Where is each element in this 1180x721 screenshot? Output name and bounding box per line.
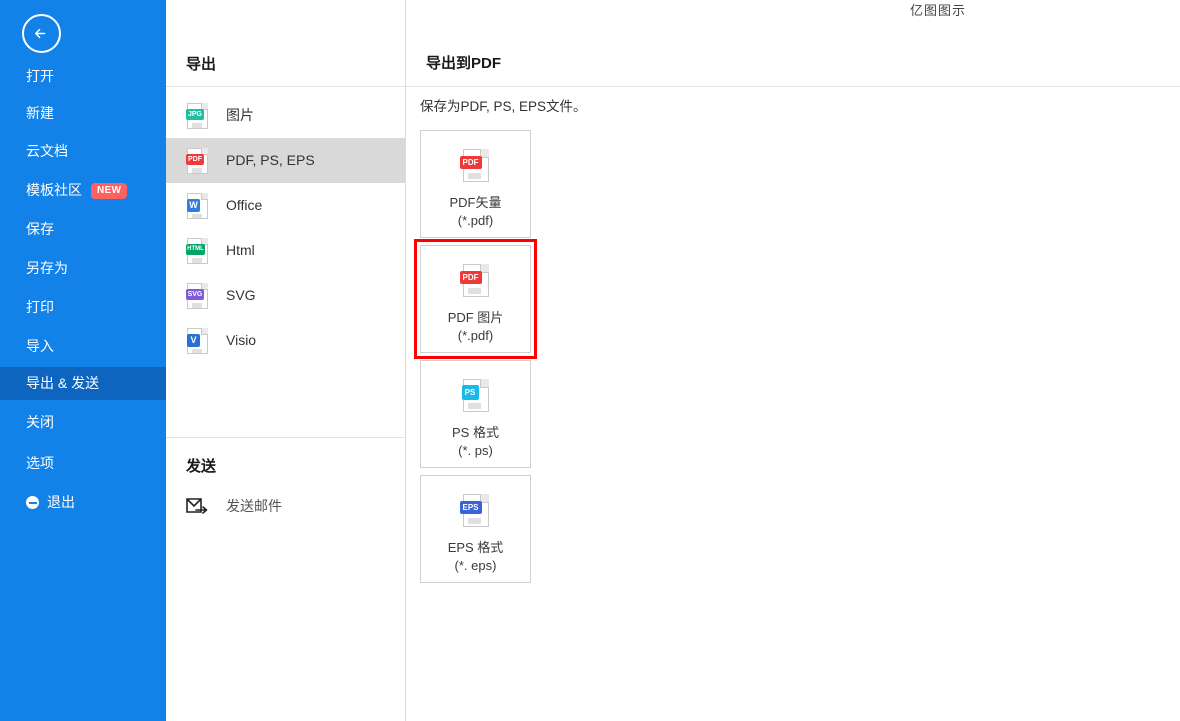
page-title: 导出到PDF	[426, 55, 502, 72]
sidebar-item-label: 选项	[26, 455, 54, 471]
pdf-file-icon: PDF	[459, 264, 493, 298]
ps-file-icon: PS	[459, 379, 493, 413]
word-file-icon: W	[186, 193, 212, 219]
pdf-file-icon: PDF	[186, 148, 212, 174]
export-card-line1: EPS 格式	[447, 540, 504, 555]
format-row-label: SVG	[226, 287, 256, 303]
sidebar-item-close[interactable]: 关闭	[0, 406, 166, 439]
sidebar-item-import[interactable]: 导入	[0, 330, 166, 363]
sidebar-item-save-as[interactable]: 另存为	[0, 252, 166, 285]
format-row-label: 图片	[226, 107, 254, 123]
sidebar-item-exit[interactable]: 退出	[0, 486, 166, 519]
sidebar-item-label: 云文档	[26, 143, 68, 159]
export-card-line2: (*. eps)	[454, 558, 497, 573]
sidebar-item-open[interactable]: 打开	[0, 60, 166, 93]
export-card-pdf-vector[interactable]: PDF PDF矢量 (*.pdf)	[420, 130, 531, 238]
export-card-line2: (*.pdf)	[457, 213, 494, 228]
panel-divider-top	[166, 86, 405, 87]
format-row-label: Office	[226, 197, 263, 213]
export-card-line1: PS 格式	[452, 425, 499, 440]
svg-file-icon: SVG	[186, 283, 212, 309]
sidebar-item-label: 新建	[26, 105, 54, 121]
format-row-visio[interactable]: V Visio	[166, 318, 405, 363]
sidebar-item-template-community[interactable]: 模板社区 NEW	[0, 174, 166, 207]
sidebar-item-label: 导入	[26, 338, 54, 354]
send-mail-row[interactable]: 发送邮件	[166, 487, 405, 525]
export-card-line1: PDF矢量	[449, 195, 502, 210]
export-card-line2: (*.pdf)	[457, 328, 494, 343]
sidebar-item-export-and-send[interactable]: 导出 & 发送	[0, 367, 166, 400]
jpg-file-icon: JPG	[186, 103, 212, 129]
format-row-office[interactable]: W Office	[166, 183, 405, 228]
sidebar-item-new[interactable]: 新建	[0, 97, 166, 130]
main-divider	[406, 86, 1180, 87]
export-card-ps-format[interactable]: PS PS 格式 (*. ps)	[420, 360, 531, 468]
format-row-images[interactable]: JPG 图片	[166, 93, 405, 138]
app-watermark: 亿图图示	[910, 3, 967, 18]
export-card-eps-format[interactable]: EPS EPS 格式 (*. eps)	[420, 475, 531, 583]
pdf-file-icon: PDF	[459, 149, 493, 183]
sidebar-item-save[interactable]: 保存	[0, 213, 166, 246]
back-button[interactable]	[22, 14, 61, 53]
sidebar-item-label: 打开	[26, 68, 54, 84]
export-card-pdf-image[interactable]: PDF PDF 图片 (*.pdf)	[420, 245, 531, 353]
panel-divider-bottom	[166, 437, 405, 438]
sidebar-item-label: 保存	[26, 221, 54, 237]
export-card-line2: (*. ps)	[458, 443, 493, 458]
sidebar-item-label: 关闭	[26, 414, 54, 430]
format-row-svg[interactable]: SVG SVG	[166, 273, 405, 318]
send-heading: 发送	[186, 458, 217, 475]
sidebar-item-print[interactable]: 打印	[0, 291, 166, 324]
back-arrow-icon	[34, 28, 46, 39]
send-mail-label: 发送邮件	[226, 498, 282, 514]
sidebar-item-options[interactable]: 选项	[0, 447, 166, 480]
sidebar-item-label: 导出 & 发送	[26, 375, 100, 391]
page-subtitle: 保存为PDF, PS, EPS文件。	[420, 99, 587, 114]
format-row-label: Visio	[226, 332, 257, 348]
main-content: 导出到PDF 保存为PDF, PS, EPS文件。 PDF PDF矢量 (*.p…	[406, 0, 1180, 721]
sidebar-item-cloud-documents[interactable]: 云文档	[0, 135, 166, 168]
minus-circle-icon	[26, 496, 39, 509]
sidebar: 打开 新建 云文档 模板社区 NEW 保存 另存为 打印 导入 导出 & 发送 关…	[0, 0, 166, 721]
format-row-html[interactable]: HTML Html	[166, 228, 405, 273]
html-file-icon: HTML	[186, 238, 212, 264]
mail-forward-icon	[186, 497, 208, 520]
eps-file-icon: EPS	[459, 494, 493, 528]
format-row-pdf-ps-eps[interactable]: PDF PDF, PS, EPS	[166, 138, 405, 183]
visio-file-icon: V	[186, 328, 212, 354]
format-row-label: PDF, PS, EPS	[226, 152, 315, 168]
format-row-label: Html	[226, 242, 255, 258]
sidebar-item-label: 模板社区	[26, 182, 82, 198]
export-heading: 导出	[186, 56, 217, 73]
new-badge: NEW	[91, 183, 128, 199]
sidebar-item-label: 打印	[26, 299, 54, 315]
sidebar-item-label: 退出	[47, 494, 75, 510]
export-card-line1: PDF 图片	[447, 310, 504, 325]
format-panel: 导出 JPG 图片 PDF PDF, PS, EPS W Office HTML…	[166, 0, 406, 721]
sidebar-item-label: 另存为	[26, 260, 68, 276]
